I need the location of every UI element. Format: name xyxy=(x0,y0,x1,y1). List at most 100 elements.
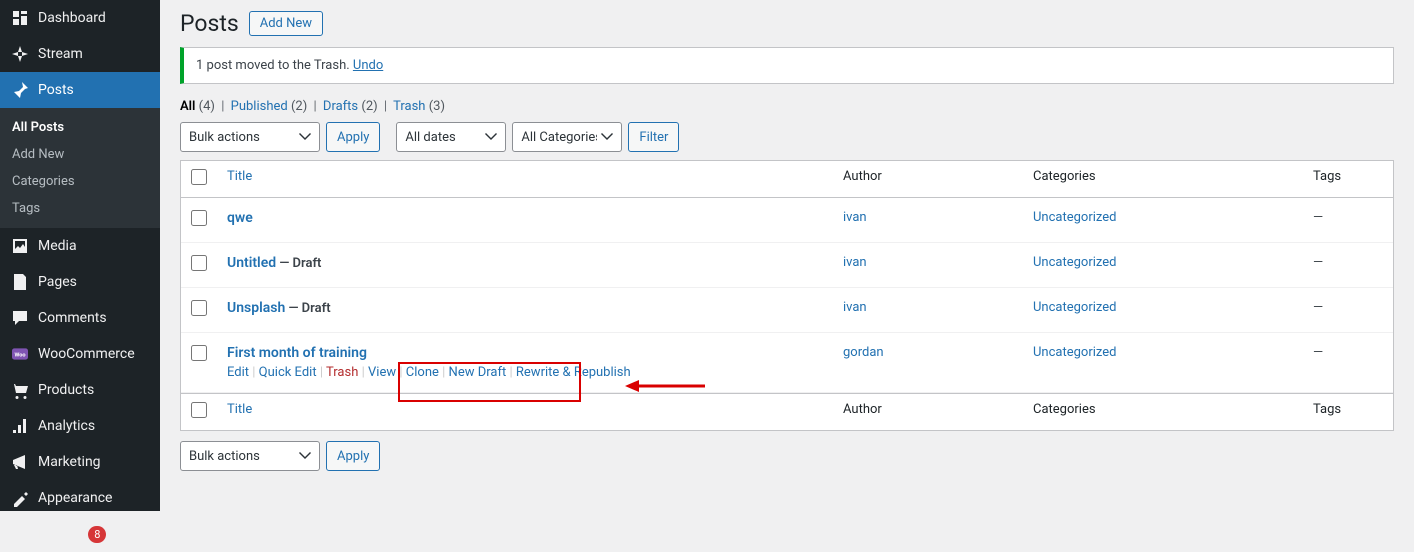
filter-published[interactable]: Published xyxy=(231,99,288,114)
sidebar-item-marketing[interactable]: Marketing xyxy=(0,444,160,480)
table-row: Untitled — Draft ivan Uncategorized — xyxy=(181,243,1393,288)
filter-trash[interactable]: Trash xyxy=(393,99,425,114)
action-new-draft[interactable]: New Draft xyxy=(449,365,507,380)
stream-icon xyxy=(10,44,30,64)
post-title-link[interactable]: Unsplash xyxy=(227,300,285,316)
sidebar-sub-add-new[interactable]: Add New xyxy=(0,141,160,168)
col-tags: Tags xyxy=(1303,161,1393,198)
row-actions: Edit | Quick Edit | Trash | View | Clone… xyxy=(227,365,823,380)
author-link[interactable]: ivan xyxy=(843,255,867,270)
page-title: Posts xyxy=(180,10,239,37)
category-link[interactable]: Uncategorized xyxy=(1033,300,1116,315)
tablenav-top: Bulk actions Apply All dates All Categor… xyxy=(180,122,1394,152)
sidebar-item-woocommerce[interactable]: Woo WooCommerce xyxy=(0,336,160,372)
sidebar-item-label: Comments xyxy=(38,310,107,326)
sidebar-item-plugins[interactable]: Plugins 8 xyxy=(0,516,160,552)
admin-sidebar: Dashboard Stream Posts All Posts Add New… xyxy=(0,0,160,511)
row-checkbox[interactable] xyxy=(191,300,207,316)
select-all-checkbox[interactable] xyxy=(191,169,207,185)
filter-published-count: (2) xyxy=(291,99,307,114)
action-trash[interactable]: Trash xyxy=(326,365,358,380)
bulk-actions-select[interactable]: Bulk actions xyxy=(180,122,320,152)
sidebar-item-label: Dashboard xyxy=(38,10,106,26)
dashboard-icon xyxy=(10,8,30,28)
pin-icon xyxy=(10,80,30,100)
media-icon xyxy=(10,236,30,256)
sidebar-item-label: Stream xyxy=(38,46,83,62)
products-icon xyxy=(10,380,30,400)
category-link[interactable]: Uncategorized xyxy=(1033,210,1116,225)
svg-text:Woo: Woo xyxy=(14,352,25,358)
col-categories: Categories xyxy=(1023,161,1303,198)
add-new-button[interactable]: Add New xyxy=(249,11,323,36)
sidebar-item-products[interactable]: Products xyxy=(0,372,160,408)
sidebar-item-media[interactable]: Media xyxy=(0,228,160,264)
sidebar-sub-categories[interactable]: Categories xyxy=(0,168,160,195)
post-title-link[interactable]: qwe xyxy=(227,210,253,226)
undo-link[interactable]: Undo xyxy=(353,58,383,73)
tags-cell: — xyxy=(1303,198,1393,243)
col-title-foot[interactable]: Title xyxy=(227,402,252,417)
sidebar-item-analytics[interactable]: Analytics xyxy=(0,408,160,444)
dates-select[interactable]: All dates xyxy=(396,122,506,152)
apply-button-bottom[interactable]: Apply xyxy=(326,441,380,471)
post-title-link[interactable]: Untitled xyxy=(227,255,276,271)
select-all-checkbox-bottom[interactable] xyxy=(191,402,207,418)
action-edit[interactable]: Edit xyxy=(227,365,249,380)
filter-trash-count: (3) xyxy=(429,99,445,114)
col-title[interactable]: Title xyxy=(227,169,252,184)
filter-drafts[interactable]: Drafts xyxy=(323,99,358,114)
sidebar-item-label: Plugins xyxy=(38,526,84,542)
marketing-icon xyxy=(10,452,30,472)
filter-all-count: (4) xyxy=(199,99,215,114)
sidebar-sub-all-posts[interactable]: All Posts xyxy=(0,114,160,141)
plugins-icon xyxy=(10,524,30,544)
post-state: — Draft xyxy=(276,256,321,271)
action-quick-edit[interactable]: Quick Edit xyxy=(259,365,317,380)
tablenav-bottom: Bulk actions Apply xyxy=(180,441,1394,471)
sidebar-item-label: Pages xyxy=(38,274,77,290)
status-filters: All (4) | Published (2) | Drafts (2) | T… xyxy=(180,99,1394,114)
table-row: Unsplash — Draft ivan Uncategorized — xyxy=(181,288,1393,333)
sidebar-item-label: Media xyxy=(38,238,77,254)
table-row: qwe ivan Uncategorized — xyxy=(181,198,1393,243)
action-view[interactable]: View xyxy=(368,365,396,380)
post-state: — Draft xyxy=(285,301,330,316)
categories-select[interactable]: All Categories xyxy=(512,122,622,152)
bulk-actions-select-bottom[interactable]: Bulk actions xyxy=(180,441,320,471)
sidebar-submenu: All Posts Add New Categories Tags xyxy=(0,108,160,228)
sidebar-item-dashboard[interactable]: Dashboard xyxy=(0,0,160,36)
sidebar-item-comments[interactable]: Comments xyxy=(0,300,160,336)
main-content: Posts Add New 1 post moved to the Trash.… xyxy=(160,0,1414,511)
page-header: Posts Add New xyxy=(180,10,1394,37)
author-link[interactable]: ivan xyxy=(843,300,867,315)
filter-button[interactable]: Filter xyxy=(628,122,679,152)
tags-cell: — xyxy=(1303,288,1393,333)
action-rewrite-republish[interactable]: Rewrite & Republish xyxy=(516,365,631,380)
plugins-badge: 8 xyxy=(88,526,106,543)
sidebar-item-label: WooCommerce xyxy=(38,346,135,362)
comments-icon xyxy=(10,308,30,328)
col-tags-foot: Tags xyxy=(1303,393,1393,430)
analytics-icon xyxy=(10,416,30,436)
sidebar-sub-tags[interactable]: Tags xyxy=(0,195,160,222)
tags-cell: — xyxy=(1303,243,1393,288)
author-link[interactable]: ivan xyxy=(843,210,867,225)
sidebar-item-stream[interactable]: Stream xyxy=(0,36,160,72)
author-link[interactable]: gordan xyxy=(843,345,884,360)
category-link[interactable]: Uncategorized xyxy=(1033,345,1116,360)
category-link[interactable]: Uncategorized xyxy=(1033,255,1116,270)
row-checkbox[interactable] xyxy=(191,345,207,361)
filter-drafts-count: (2) xyxy=(361,99,377,114)
apply-button[interactable]: Apply xyxy=(326,122,380,152)
col-categories-foot: Categories xyxy=(1023,393,1303,430)
filter-all[interactable]: All xyxy=(180,99,195,114)
row-checkbox[interactable] xyxy=(191,255,207,271)
notice-text: 1 post moved to the Trash. xyxy=(196,58,353,73)
sidebar-item-posts[interactable]: Posts xyxy=(0,72,160,108)
sidebar-item-pages[interactable]: Pages xyxy=(0,264,160,300)
action-clone[interactable]: Clone xyxy=(406,365,439,380)
post-title-link[interactable]: First month of training xyxy=(227,345,367,361)
col-author: Author xyxy=(833,161,1023,198)
row-checkbox[interactable] xyxy=(191,210,207,226)
